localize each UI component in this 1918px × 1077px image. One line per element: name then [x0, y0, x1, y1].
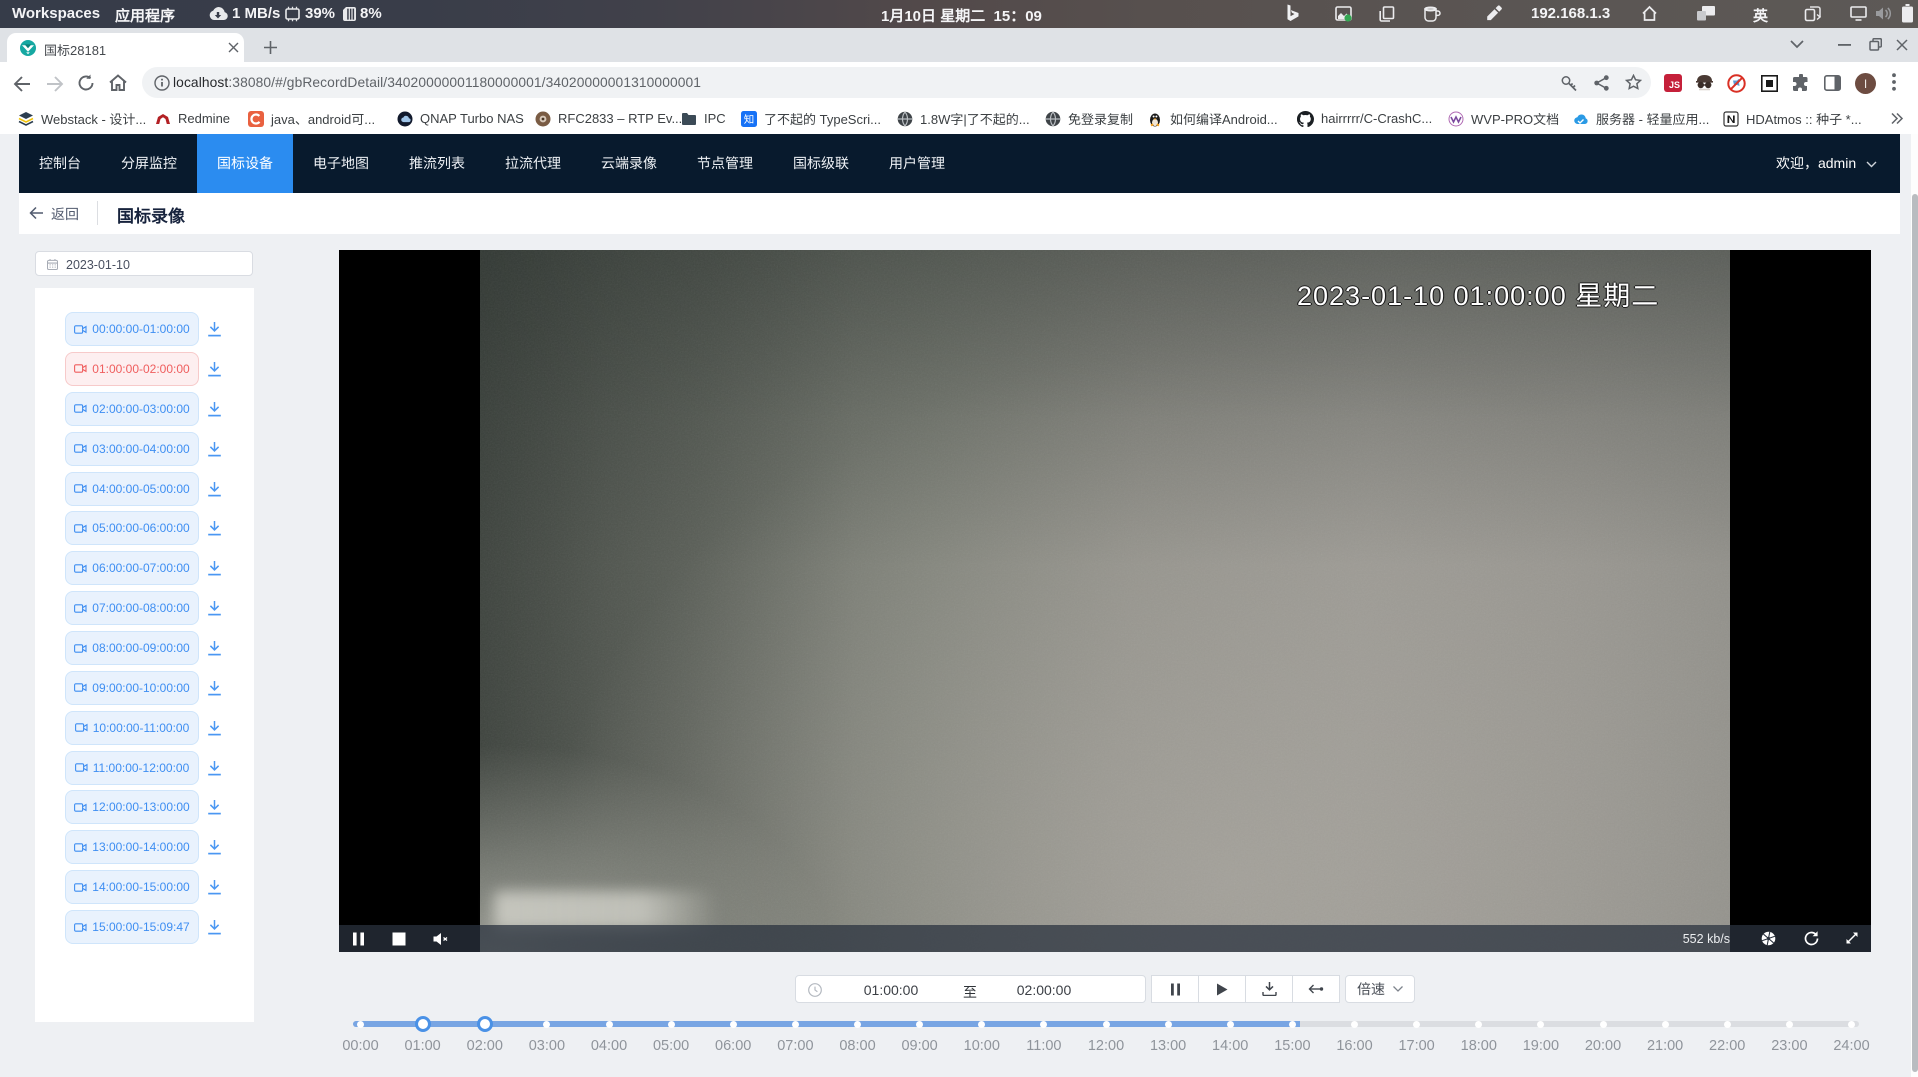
svg-text:知: 知	[744, 112, 755, 127]
